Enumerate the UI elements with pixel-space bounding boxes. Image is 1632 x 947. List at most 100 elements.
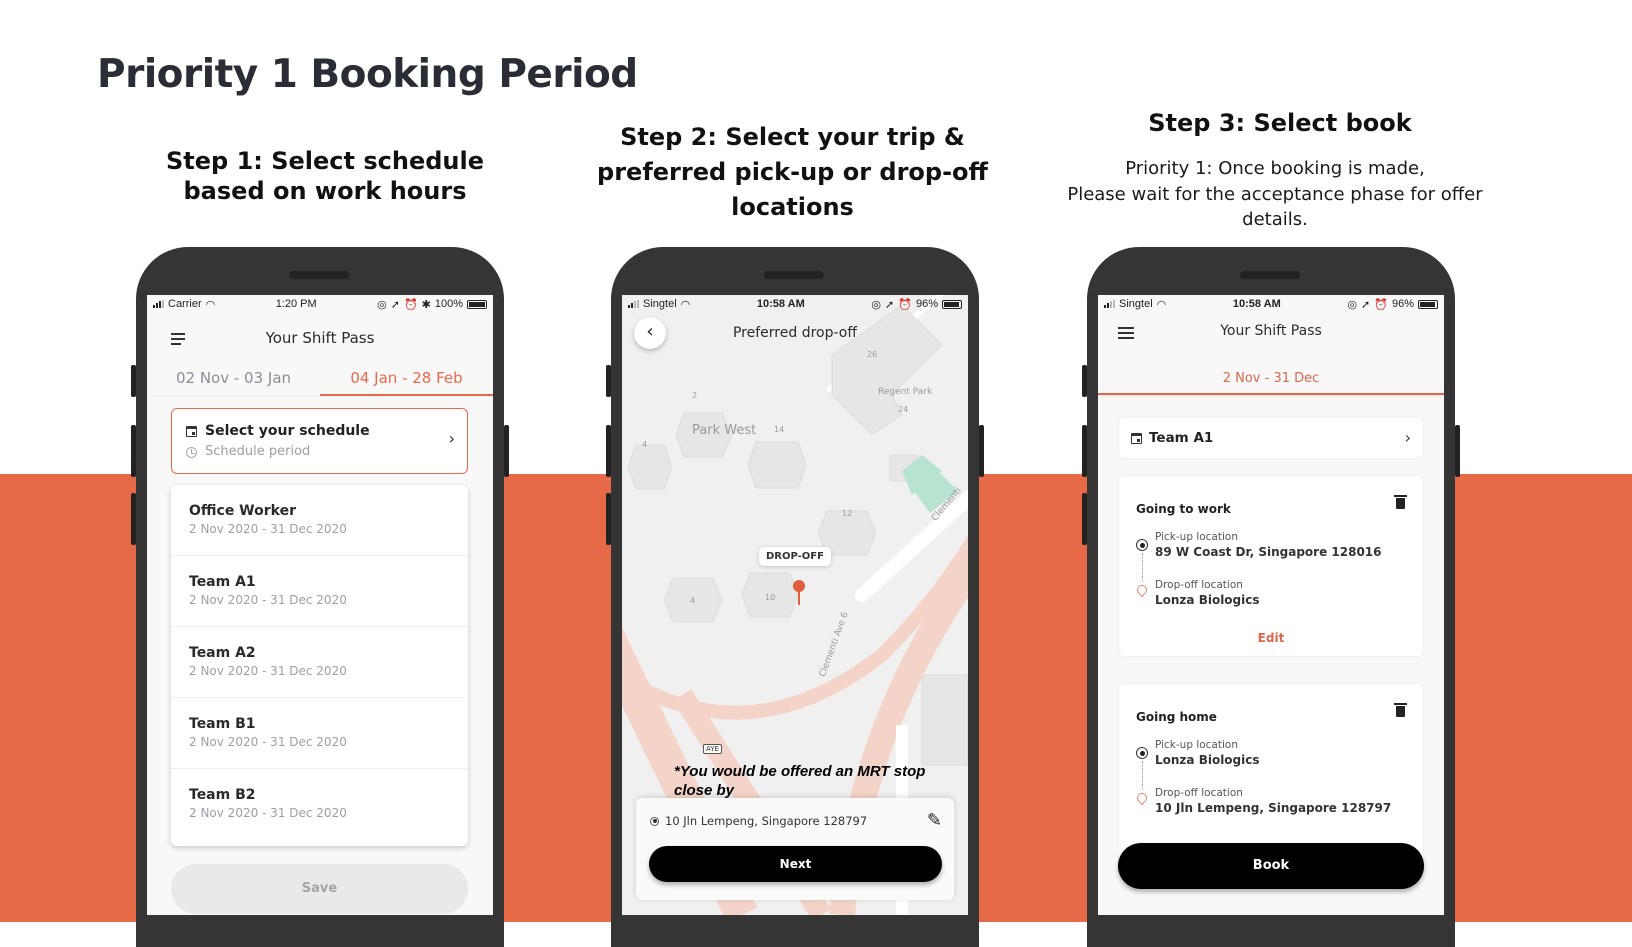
- wifi-icon: ◠: [680, 298, 691, 311]
- schedule-dates: 2 Nov 2020 - 31 Dec 2020: [189, 735, 347, 749]
- pickup-icon: [1136, 747, 1148, 759]
- bluetooth-icon: ✱: [421, 298, 431, 311]
- lock-rotation-icon: ◎: [871, 298, 882, 311]
- phone1-screen: Carrier ◠ 1:20 PM ◎ ➚ ⏰ ✱ 100% Your Shif…: [147, 295, 493, 915]
- app-title: Your Shift Pass: [265, 329, 375, 347]
- chevron-right-icon: ›: [448, 429, 455, 448]
- select-schedule-title: Select your schedule: [205, 423, 370, 439]
- building-label: 4: [642, 440, 648, 449]
- signal-icon: [1104, 300, 1115, 308]
- chevron-right-icon: ›: [1404, 428, 1411, 447]
- phone-power-button: [979, 425, 984, 477]
- app-title: Your Shift Pass: [1220, 323, 1322, 339]
- map-pin-stick: [798, 591, 800, 605]
- team-card[interactable]: Team A1 ›: [1118, 417, 1424, 459]
- tab-period[interactable]: 2 Nov - 31 Dec: [1098, 363, 1444, 395]
- building-label: 26: [867, 350, 878, 359]
- step3-title: Step 3: Select book: [1148, 109, 1412, 137]
- schedule-dates: 2 Nov 2020 - 31 Dec 2020: [189, 593, 347, 607]
- calendar-icon: [186, 426, 197, 437]
- phone-step1: Carrier ◠ 1:20 PM ◎ ➚ ⏰ ✱ 100% Your Shif…: [131, 247, 509, 947]
- period-tabs: 02 Nov - 03 Jan 04 Jan - 28 Feb: [147, 363, 493, 397]
- schedule-dates: 2 Nov 2020 - 31 Dec 2020: [189, 664, 347, 678]
- schedule-option[interactable]: Team A2 2 Nov 2020 - 31 Dec 2020: [171, 627, 468, 698]
- signal-icon: [628, 300, 639, 308]
- phone-volume-down: [606, 493, 611, 545]
- trash-icon[interactable]: [1394, 703, 1407, 717]
- next-button[interactable]: Next: [649, 846, 942, 882]
- address-row[interactable]: 10 Jln Lempeng, Singapore 128797: [650, 814, 867, 828]
- phone-speaker: [289, 271, 349, 279]
- building-label: 2: [692, 391, 698, 400]
- dropoff-pin-icon: [1134, 790, 1150, 806]
- schedule-name: Team A2: [189, 645, 256, 661]
- alarm-icon: ⏰: [1374, 298, 1388, 311]
- phone-volume-up: [606, 425, 611, 477]
- map-screen-title: Preferred drop-off: [732, 325, 858, 341]
- calendar-icon: [1131, 433, 1142, 444]
- lock-rotation-icon: ◎: [377, 298, 387, 311]
- phone-step3: Singtel ◠ 10:58 AM ◎ ➚ ⏰ 96% Your Shift …: [1082, 247, 1460, 947]
- status-bar: Singtel ◠ 10:58 AM ◎ ➚ ⏰ 96%: [1098, 295, 1444, 313]
- battery-icon: [1417, 299, 1438, 309]
- schedule-name: Office Worker: [189, 503, 296, 519]
- schedule-option[interactable]: Team A1 2 Nov 2020 - 31 Dec 2020: [171, 556, 468, 627]
- battery-percent: 96%: [1391, 298, 1414, 310]
- phone-power-button: [504, 425, 509, 477]
- address-text: 10 Jln Lempeng, Singapore 128797: [665, 814, 868, 828]
- schedule-dates: 2 Nov 2020 - 31 Dec 2020: [189, 806, 347, 820]
- battery-icon: [467, 299, 487, 309]
- status-bar: Singtel ◠ 10:58 AM ◎ ➚ ⏰ 96%: [622, 295, 968, 313]
- building-label: 12: [842, 509, 853, 518]
- phone2-screen: 2 4 Park West 14 26 Regent Park 24 12 4 …: [622, 295, 968, 915]
- schedule-name: Team B1: [189, 716, 256, 732]
- carrier-label: Singtel: [1119, 298, 1153, 310]
- pickup-icon: [1136, 539, 1148, 551]
- step3-description-line2: Please wait for the acceptance phase for…: [1067, 183, 1483, 231]
- wifi-icon: ◠: [205, 298, 216, 311]
- tab-period-2[interactable]: 04 Jan - 28 Feb: [320, 363, 493, 396]
- phone-side-button: [606, 365, 611, 397]
- status-time: 1:20 PM: [275, 298, 317, 310]
- map-building: [627, 444, 673, 490]
- book-button[interactable]: Book: [1118, 843, 1424, 889]
- page-title: Priority 1 Booking Period: [97, 52, 638, 97]
- lock-rotation-icon: ◎: [1347, 298, 1358, 311]
- step3-description: Priority 1: Once booking is made, Please…: [1050, 156, 1500, 233]
- dropoff-label: Drop-off location: [1155, 787, 1243, 799]
- tab-period-1[interactable]: 02 Nov - 03 Jan: [147, 363, 320, 396]
- pencil-icon[interactable]: ✎: [927, 810, 942, 831]
- edit-link[interactable]: Edit: [1119, 631, 1423, 645]
- battery-percent: 96%: [915, 298, 938, 310]
- schedule-option[interactable]: Team B1 2 Nov 2020 - 31 Dec 2020: [171, 698, 468, 769]
- map-building: [921, 674, 968, 766]
- expressway-badge: AYE: [703, 744, 722, 754]
- carrier-label: Carrier: [168, 298, 202, 310]
- pickup-label: Pick-up location: [1155, 739, 1238, 751]
- trash-icon[interactable]: [1394, 495, 1407, 509]
- alarm-icon: ⏰: [898, 298, 912, 311]
- trip-title: Going home: [1136, 710, 1217, 724]
- route-connector: [1142, 553, 1143, 581]
- select-schedule-card[interactable]: Select your schedule Schedule period ›: [171, 408, 468, 474]
- phone-volume-up: [131, 425, 136, 477]
- dropoff-pin-icon: [1134, 582, 1150, 598]
- schedule-option[interactable]: Team B2 2 Nov 2020 - 31 Dec 2020: [171, 769, 468, 840]
- location-icon: ➚: [885, 298, 895, 311]
- location-radio-icon: [650, 816, 659, 826]
- schedule-name: Team A1: [189, 574, 256, 590]
- building-label: 24: [898, 405, 909, 414]
- phone-side-button: [1082, 365, 1087, 397]
- schedule-name: Team B2: [189, 787, 256, 803]
- pickup-label: Pick-up location: [1155, 531, 1238, 543]
- status-bar: Carrier ◠ 1:20 PM ◎ ➚ ⏰ ✱ 100%: [147, 295, 493, 313]
- step2-title: Step 2: Select your trip & preferred pic…: [597, 123, 988, 221]
- building-label: 14: [774, 425, 785, 434]
- battery-percent: 100%: [434, 298, 463, 310]
- pickup-value: 89 W Coast Dr, Singapore 128016: [1155, 545, 1382, 559]
- mrt-note: *You would be offered an MRT stop close …: [674, 763, 926, 799]
- building-label: 4: [690, 596, 696, 605]
- schedule-option[interactable]: Office Worker 2 Nov 2020 - 31 Dec 2020: [171, 485, 468, 556]
- save-button[interactable]: Save: [171, 864, 468, 914]
- map-place-park-west: Park West: [692, 423, 757, 438]
